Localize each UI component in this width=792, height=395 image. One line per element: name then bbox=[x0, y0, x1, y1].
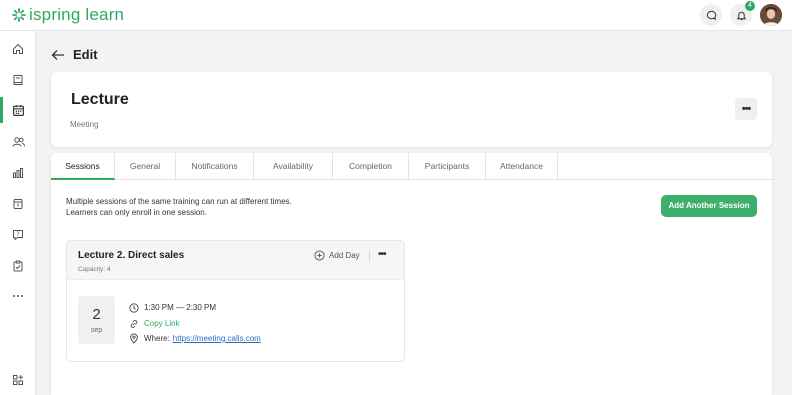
date-month: sep bbox=[90, 327, 103, 334]
where-label: Where: bbox=[144, 334, 170, 343]
notification-badge: 4 bbox=[745, 1, 755, 11]
logo[interactable]: ispring learn bbox=[12, 5, 124, 25]
notifications-button[interactable]: 4 bbox=[730, 1, 755, 26]
tab-general[interactable]: General bbox=[115, 153, 176, 180]
header-divider bbox=[369, 250, 370, 262]
sidebar-item-home[interactable] bbox=[0, 36, 36, 62]
more-icon bbox=[13, 295, 23, 297]
session-capacity: Capacity: 4 bbox=[78, 266, 111, 273]
document-icon bbox=[13, 199, 23, 209]
question-icon: ? bbox=[13, 230, 23, 241]
date-day: 2 bbox=[92, 306, 101, 323]
sidebar-item-quizzes[interactable]: ? bbox=[0, 222, 36, 248]
location-pin-icon bbox=[129, 333, 138, 344]
chat-button[interactable] bbox=[700, 4, 722, 26]
home-icon bbox=[13, 43, 23, 54]
sidebar-item-calendar[interactable] bbox=[0, 97, 36, 123]
sidebar-item-tasks[interactable] bbox=[0, 253, 36, 279]
tab-notifications[interactable]: Notifications bbox=[176, 153, 254, 180]
course-header-card: Lecture Meeting ••• bbox=[51, 72, 772, 147]
tab-availability[interactable]: Availability bbox=[254, 153, 333, 180]
session-card-header: Lecture 2. Direct sales Capacity: 4 Add … bbox=[67, 241, 404, 280]
session-card: Lecture 2. Direct sales Capacity: 4 Add … bbox=[66, 240, 405, 362]
ispring-logo-icon bbox=[12, 8, 26, 22]
session-time-row: 1:30 PM — 2:30 PM bbox=[128, 302, 216, 313]
sidebar-item-apps[interactable] bbox=[0, 367, 36, 393]
content-card: Sessions General Notifications Availabil… bbox=[51, 153, 772, 395]
tab-participants[interactable]: Participants bbox=[409, 153, 486, 180]
sidebar-item-more[interactable] bbox=[0, 283, 36, 309]
copy-link-row[interactable]: Copy Link bbox=[128, 318, 180, 329]
svg-text:?: ? bbox=[16, 231, 19, 238]
clipboard-check-icon bbox=[13, 260, 23, 272]
add-day-label: Add Day bbox=[329, 251, 360, 260]
tab-attendance[interactable]: Attendance bbox=[486, 153, 558, 180]
course-title: Lecture bbox=[71, 91, 129, 108]
sidebar-item-users[interactable] bbox=[0, 129, 36, 155]
course-type: Meeting bbox=[70, 120, 99, 129]
session-time: 1:30 PM — 2:30 PM bbox=[144, 303, 217, 312]
tab-completion[interactable]: Completion bbox=[333, 153, 409, 180]
top-bar: ispring learn 4 bbox=[0, 0, 792, 31]
course-more-button[interactable]: ••• bbox=[735, 98, 757, 120]
add-day-button[interactable]: Add Day bbox=[314, 250, 360, 261]
users-icon bbox=[12, 137, 25, 147]
sidebar-item-reports[interactable] bbox=[0, 160, 36, 186]
add-apps-icon bbox=[13, 375, 23, 385]
add-another-session-button[interactable]: Add Another Session bbox=[661, 195, 757, 217]
bell-icon bbox=[736, 11, 746, 20]
calendar-icon bbox=[12, 104, 24, 116]
page-title: Edit bbox=[73, 47, 98, 62]
chart-icon bbox=[13, 168, 23, 178]
user-photo-icon bbox=[760, 4, 782, 26]
session-location-row: Where: https://meeting.calls.com bbox=[128, 333, 261, 344]
copy-link[interactable]: Copy Link bbox=[144, 319, 180, 328]
tab-bar: Sessions General Notifications Availabil… bbox=[51, 153, 772, 180]
logo-text: ispring learn bbox=[29, 5, 125, 24]
link-icon bbox=[130, 319, 137, 328]
clock-icon bbox=[128, 302, 139, 313]
plus-circle-icon bbox=[314, 250, 325, 261]
sidebar: ? bbox=[0, 31, 36, 395]
tab-sessions[interactable]: Sessions bbox=[51, 153, 115, 180]
session-more-button[interactable]: ••• bbox=[378, 249, 386, 260]
session-date: 2 sep bbox=[78, 296, 115, 344]
back-arrow-icon[interactable] bbox=[51, 49, 65, 61]
sidebar-item-documents[interactable] bbox=[0, 191, 36, 217]
sidebar-item-catalog[interactable] bbox=[0, 67, 36, 93]
avatar[interactable] bbox=[760, 4, 782, 26]
sessions-description-line1: Multiple sessions of the same training c… bbox=[66, 197, 292, 206]
sessions-description-line2: Learners can only enroll in one session. bbox=[66, 208, 207, 217]
meeting-url-link[interactable]: https://meeting.calls.com bbox=[173, 334, 261, 343]
session-title: Lecture 2. Direct sales bbox=[78, 250, 185, 261]
chat-icon bbox=[706, 10, 716, 20]
book-icon bbox=[13, 75, 23, 85]
